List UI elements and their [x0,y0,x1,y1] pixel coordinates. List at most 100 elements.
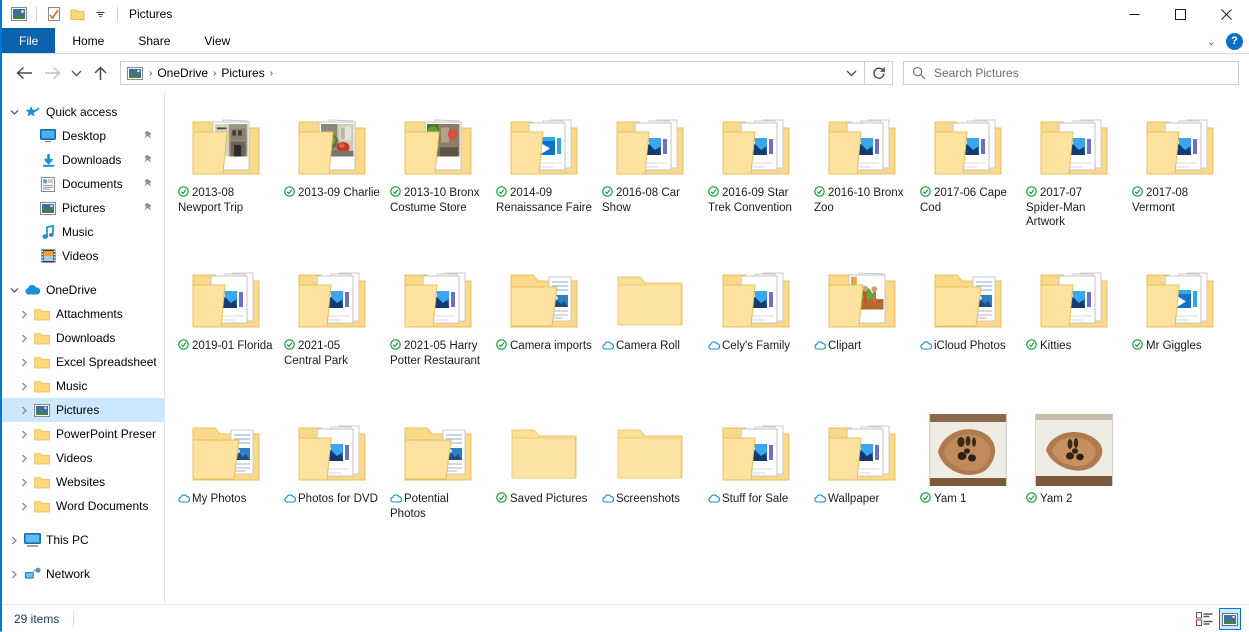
forward-button[interactable] [38,59,66,87]
folder-item[interactable]: 2017-06 Cape Cod [915,100,1021,253]
folder-item[interactable]: iCloud Photos [915,253,1021,406]
tab-view[interactable]: View [187,28,247,53]
item-inner[interactable]: 2017-07 Spider-Man Artwork [1024,106,1124,233]
item-inner[interactable]: Wallpaper [812,412,912,510]
folder-item[interactable]: Clipart [809,253,915,406]
breadcrumb-pictures[interactable]: Pictures [218,66,267,80]
sidebar-item-network[interactable]: Network [2,562,164,586]
sidebar-item-downloads[interactable]: Downloads [2,148,164,172]
folder-item[interactable]: 2013-10 Bronx Costume Store [385,100,491,253]
item-inner[interactable]: Cely's Family [706,259,806,357]
folder-item[interactable]: 2016-10 Bronx Zoo [809,100,915,253]
chevron-down-icon[interactable] [6,109,22,116]
item-inner[interactable]: Yam 1 [918,412,1018,510]
search-input[interactable]: Search Pictures [934,66,1019,80]
folder-item[interactable]: 2013-09 Charlie [279,100,385,253]
folder-item[interactable]: 2021-05 Harry Potter Restaurant [385,253,491,406]
folder-item[interactable]: 2017-08 Vermont [1127,100,1233,253]
item-inner[interactable]: 2016-08 Car Show [600,106,700,218]
pin-icon[interactable] [143,130,154,145]
chevron-down-icon[interactable]: ⌄ [1207,35,1216,48]
recent-locations-button[interactable] [66,59,86,87]
chevron-down-icon[interactable] [6,287,22,294]
sidebar-item-websites[interactable]: Websites [2,470,164,494]
sidebar-item-downloads[interactable]: Downloads [2,326,164,350]
sidebar-item-pictures[interactable]: Pictures [2,196,164,220]
chevron-right-icon[interactable] [16,406,32,415]
item-inner[interactable]: Camera Roll [600,259,700,357]
folder-item[interactable]: 2014-09 Renaissance Faire [491,100,597,253]
item-inner[interactable]: 2021-05 Central Park [282,259,382,371]
maximize-button[interactable] [1157,0,1203,28]
folder-item[interactable]: Wallpaper [809,406,915,559]
folder-item[interactable]: 2016-09 Star Trek Convention [703,100,809,253]
file-item[interactable]: Yam 2 [1021,406,1127,559]
folder-item[interactable]: 2013-08 Newport Trip [173,100,279,253]
item-inner[interactable]: Yam 2 [1024,412,1124,510]
folder-item[interactable]: 2017-07 Spider-Man Artwork [1021,100,1127,253]
item-inner[interactable]: Camera imports [494,259,594,357]
sidebar-item-pictures[interactable]: Pictures [2,398,164,422]
item-inner[interactable]: 2013-09 Charlie [282,106,382,204]
folder-item[interactable]: 2021-05 Central Park [279,253,385,406]
item-inner[interactable]: iCloud Photos [918,259,1018,357]
folder-item[interactable]: Kitties [1021,253,1127,406]
sidebar-item-powerpoint-present[interactable]: PowerPoint Present [2,422,164,446]
file-list-pane[interactable]: 2013-08 Newport Trip 2013-09 Charlie 2013-… [165,92,1249,604]
sidebar-item-onedrive[interactable]: OneDrive [2,278,164,302]
chevron-right-icon[interactable] [6,536,22,545]
pin-icon[interactable] [143,154,154,169]
folder-item[interactable]: 2019-01 Florida [173,253,279,406]
item-inner[interactable]: My Photos [176,412,276,510]
item-inner[interactable]: 2017-06 Cape Cod [918,106,1018,218]
tab-share[interactable]: Share [121,28,187,53]
pin-icon[interactable] [143,202,154,217]
item-inner[interactable]: Kitties [1024,259,1124,357]
tab-home[interactable]: Home [55,28,121,53]
up-button[interactable] [86,59,114,87]
folder-item[interactable]: Cely's Family [703,253,809,406]
large-icons-view-button[interactable] [1219,608,1241,630]
folder-item[interactable]: Camera imports [491,253,597,406]
item-inner[interactable]: Screenshots [600,412,700,510]
item-inner[interactable]: Saved Pictures [494,412,594,510]
chevron-right-icon[interactable] [16,430,32,439]
folder-item[interactable]: Potential Photos [385,406,491,559]
item-inner[interactable]: 2016-09 Star Trek Convention [706,106,806,218]
item-inner[interactable]: 2019-01 Florida [176,259,276,357]
sidebar-item-documents[interactable]: Documents [2,172,164,196]
sidebar-item-attachments[interactable]: Attachments [2,302,164,326]
item-inner[interactable]: 2021-05 Harry Potter Restaurant [388,259,488,371]
sidebar-item-music[interactable]: Music [2,374,164,398]
details-view-button[interactable] [1193,608,1215,630]
folder-item[interactable]: Camera Roll [597,253,703,406]
item-inner[interactable]: Photos for DVD [282,412,382,510]
folder-item[interactable]: Screenshots [597,406,703,559]
tab-file[interactable]: File [2,28,56,53]
close-button[interactable] [1203,0,1249,28]
sidebar-item-videos[interactable]: Videos [2,446,164,470]
sidebar-item-excel-spreadsheets[interactable]: Excel Spreadsheets [2,350,164,374]
address-dropdown-icon[interactable] [838,62,864,84]
minimize-button[interactable] [1111,0,1157,28]
chevron-right-icon[interactable] [16,310,32,319]
properties-icon[interactable] [45,5,63,23]
search-box[interactable]: Search Pictures [903,61,1239,85]
file-item[interactable]: Yam 1 [915,406,1021,559]
folder-item[interactable]: 2016-08 Car Show [597,100,703,253]
chevron-right-icon[interactable] [16,358,32,367]
item-inner[interactable]: Mr Giggles [1130,259,1230,357]
item-inner[interactable]: Clipart [812,259,912,357]
folder-item[interactable]: Stuff for Sale [703,406,809,559]
breadcrumb-separator-0[interactable]: › [147,68,154,79]
breadcrumb-onedrive[interactable]: OneDrive [154,66,211,80]
chevron-right-icon[interactable] [16,454,32,463]
item-inner[interactable]: Potential Photos [388,412,488,524]
sidebar-item-desktop[interactable]: Desktop [2,124,164,148]
breadcrumb-separator-2[interactable]: › [268,68,275,79]
back-button[interactable] [10,59,38,87]
folder-item[interactable]: Mr Giggles [1127,253,1233,406]
breadcrumb-separator-1[interactable]: › [211,68,218,79]
item-inner[interactable]: 2016-10 Bronx Zoo [812,106,912,218]
sidebar-item-videos[interactable]: Videos [2,244,164,268]
